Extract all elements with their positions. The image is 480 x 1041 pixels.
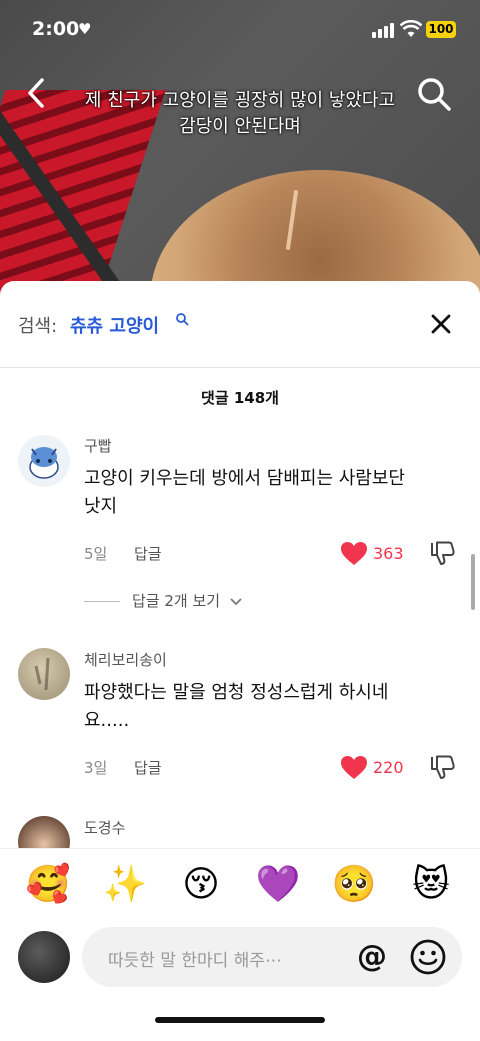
emoji-quick-1[interactable]: 🥰 (22, 863, 74, 907)
wifi-icon (400, 20, 422, 37)
home-indicator (155, 1017, 325, 1023)
comment-text: 파양했다는 말을 엄청 정성스럽게 하시네 요..... (84, 679, 464, 735)
reply-button[interactable]: 답글 (134, 543, 162, 564)
chevron-down-icon (230, 597, 242, 605)
mention-button[interactable]: @ (354, 939, 390, 975)
video-caption: 제 친구가 고양이를 굉장히 많이 낳았다고 감당이 안된다며 (40, 88, 440, 140)
comment-text-line: 고양이 키우는데 방에서 담배피는 사람보단 (84, 468, 405, 489)
avatar (18, 931, 70, 983)
scrollbar[interactable] (471, 554, 475, 610)
comment-text-line: 낫지 (84, 496, 118, 517)
status-bar: 2:00 ♥ 100 (0, 0, 480, 60)
emoji-icon[interactable] (408, 937, 448, 977)
comment-placeholder: 따듯한 말 한마디 해주⋯ (108, 951, 282, 971)
view-replies-button[interactable]: 답글 2개 보기 (84, 590, 243, 611)
emoji-quick-3[interactable]: 😚 (175, 863, 227, 907)
comment-input[interactable]: 따듯한 말 한마디 해주⋯ @ (82, 927, 462, 987)
comment-username[interactable]: 구빱 (84, 435, 112, 456)
caption-line-1: 제 친구가 고양이를 굉장히 많이 낳았다고 (84, 90, 396, 111)
comment-username[interactable]: 체리보리송이 (84, 649, 167, 670)
comment-username[interactable]: 도경수 (84, 817, 125, 838)
status-time: 2:00 (32, 18, 80, 40)
like-heart-icon (341, 756, 367, 779)
emoji-quick-6[interactable]: 😻 (405, 863, 457, 907)
battery-indicator: 100 (426, 21, 456, 38)
avatar[interactable] (18, 435, 70, 487)
comment-text: 고양이 키우는데 방에서 담배피는 사람보단 낫지 (84, 465, 464, 521)
avatar[interactable] (18, 648, 70, 700)
search-icon (176, 313, 189, 326)
comments-count: 댓글 148개 (201, 389, 279, 407)
view-replies-label: 답글 2개 보기 (132, 592, 221, 610)
search-prefix: 검색: (18, 316, 58, 337)
like-count: 363 (373, 544, 404, 563)
comment-time: 3일 (84, 759, 108, 777)
search-term-link[interactable]: 츄츄 고양이 (70, 312, 159, 338)
comment-text-line: 요..... (84, 710, 130, 731)
search-suggestion-row[interactable]: 검색: 츄츄 고양이 (0, 281, 480, 368)
composer-bar: 🥰 ✨ 😚 💜 🥺 😻 따듯한 말 한마디 해주⋯ @ (0, 848, 480, 1041)
like-heart-icon (341, 542, 367, 565)
emoji-quick-5[interactable]: 🥺 (328, 863, 380, 907)
comment-time: 5일 (84, 545, 108, 563)
reply-button[interactable]: 답글 (134, 757, 162, 778)
emoji-quick-4[interactable]: 💜 (252, 863, 304, 907)
comment-text-line: 파양했다는 말을 엄청 정성스럽게 하시네 (84, 682, 389, 703)
heart-icon: ♥ (78, 20, 92, 38)
dislike-icon[interactable] (428, 539, 456, 567)
close-icon[interactable] (424, 307, 458, 341)
dislike-icon[interactable] (428, 753, 456, 781)
like-button[interactable]: 220 (340, 755, 410, 781)
like-button[interactable]: 363 (340, 541, 410, 567)
emoji-quick-2[interactable]: ✨ (99, 863, 151, 907)
like-count: 220 (373, 758, 404, 777)
caption-line-2: 감당이 안된다며 (179, 116, 301, 137)
signal-icon (372, 22, 396, 38)
